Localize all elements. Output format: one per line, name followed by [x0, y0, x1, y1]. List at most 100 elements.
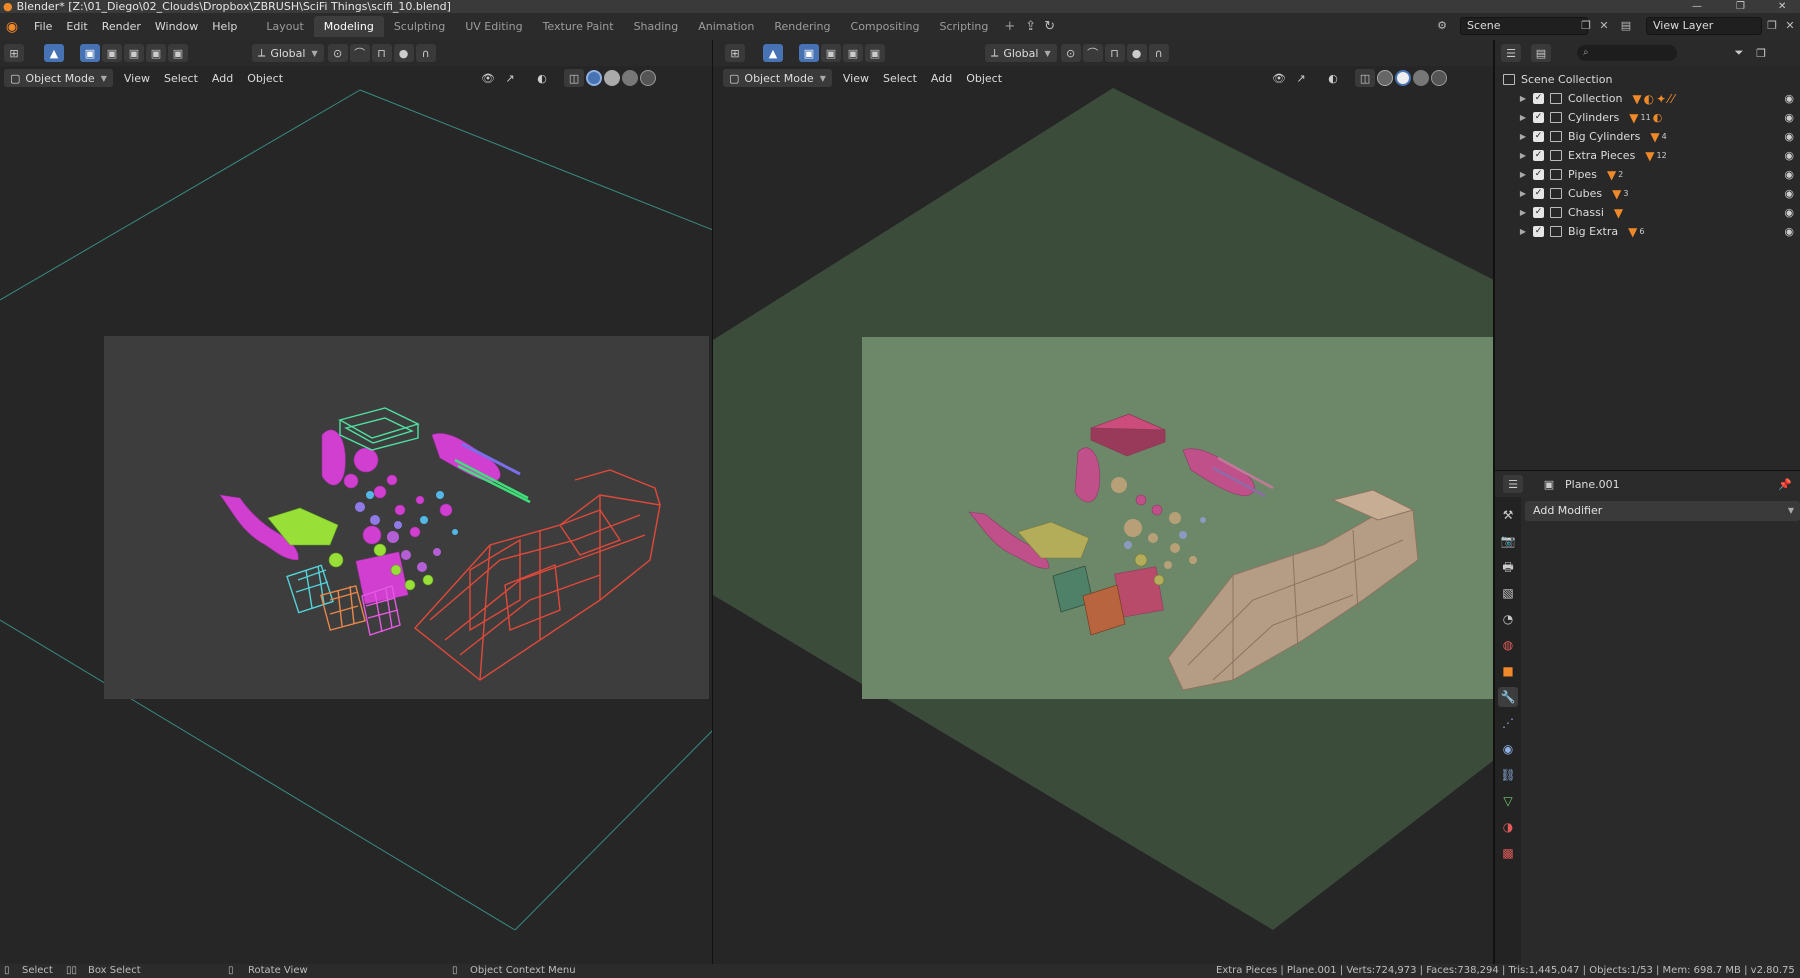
tool-tab-icon[interactable]: ⚒ [1498, 505, 1518, 525]
upload-icon[interactable]: ⇪ [1021, 19, 1040, 34]
tab-compositing[interactable]: Compositing [841, 16, 930, 37]
add-modifier-dropdown[interactable]: Add Modifier ▼ [1525, 501, 1800, 521]
visibility-eye-icon[interactable]: ◉ [1784, 149, 1794, 162]
collection-checkbox[interactable]: ✓ [1533, 112, 1544, 123]
menu-object[interactable]: Object [240, 72, 290, 85]
view-layer-tab-icon[interactable]: ▧ [1498, 583, 1518, 603]
scene-browse-icon[interactable]: ⚙ [1434, 18, 1450, 34]
refresh-icon[interactable]: ↻ [1040, 19, 1059, 34]
expand-arrow-icon[interactable]: ▶ [1517, 227, 1529, 236]
physics-tab-icon[interactable]: ◉ [1498, 739, 1518, 759]
collection-checkbox[interactable]: ✓ [1533, 188, 1544, 199]
tab-shading[interactable]: Shading [624, 16, 689, 37]
menu-add[interactable]: Add [924, 72, 959, 85]
menu-render[interactable]: Render [95, 20, 148, 33]
overlay-icon[interactable]: ◐ [532, 69, 552, 87]
viewport-left[interactable]: ⊞ ▲ ▣ ▣ ▣ ▣ ▣ ⟂ Global ▼ ⊙ ⌒ ⊓ ● ∩ ▢ Object… [0, 40, 713, 964]
collection-row[interactable]: ▶ ✓ Collection ▼◐✦⁄⁄ ◉ [1495, 89, 1800, 108]
collection-row[interactable]: ▶ ✓ Cubes ▼ 3 ◉ [1495, 184, 1800, 203]
outliner-search-input[interactable]: ⌕ [1577, 45, 1677, 61]
visibility-eye-icon[interactable]: ◉ [1784, 206, 1794, 219]
collection-checkbox[interactable]: ✓ [1533, 226, 1544, 237]
menu-view[interactable]: View [117, 72, 157, 85]
expand-arrow-icon[interactable]: ▶ [1517, 208, 1529, 217]
shading-solid-icon[interactable] [1395, 70, 1412, 86]
world-tab-icon[interactable]: ◍ [1498, 635, 1518, 655]
xray-icon[interactable]: ◫ [1355, 69, 1376, 87]
menu-view[interactable]: View [836, 72, 876, 85]
menu-select[interactable]: Select [876, 72, 924, 85]
expand-arrow-icon[interactable]: ▶ [1517, 189, 1529, 198]
menu-edit[interactable]: Edit [59, 20, 94, 33]
tab-rendering[interactable]: Rendering [764, 16, 840, 37]
material-tab-icon[interactable]: ◑ [1498, 817, 1518, 837]
falloff-icon[interactable]: ∩ [1148, 44, 1169, 62]
expand-arrow-icon[interactable]: ▶ [1517, 113, 1529, 122]
select-mode-extend-icon[interactable]: ▣ [821, 44, 841, 62]
modifier-tab-icon[interactable]: 🔧 [1498, 687, 1518, 707]
mode-dropdown[interactable]: ▢ Object Mode ▼ [4, 69, 113, 87]
tab-texture-paint[interactable]: Texture Paint [533, 16, 624, 37]
editor-type-icon[interactable]: ⊞ [725, 44, 745, 62]
overlay-icon[interactable]: ◐ [1323, 69, 1343, 87]
object-tab-icon[interactable]: ■ [1498, 661, 1518, 681]
tab-sculpting[interactable]: Sculpting [384, 16, 455, 37]
shading-wireframe-icon[interactable] [1377, 70, 1394, 86]
collection-row[interactable]: ▶ ✓ Big Extra ▼ 6 ◉ [1495, 222, 1800, 241]
collection-checkbox[interactable]: ✓ [1533, 93, 1544, 104]
shading-rendered-icon[interactable] [640, 70, 657, 86]
menu-window[interactable]: Window [148, 20, 205, 33]
maximize-icon[interactable]: ❐ [1736, 0, 1745, 13]
menu-help[interactable]: Help [205, 20, 244, 33]
snap-icon[interactable]: ⌒ [349, 44, 370, 62]
snap-target-icon[interactable]: ⊓ [1104, 44, 1125, 62]
view-layer-field[interactable]: View Layer [1646, 17, 1762, 35]
visibility-eye-icon[interactable]: ◉ [1784, 92, 1794, 105]
snap-target-icon[interactable]: ⊓ [371, 44, 392, 62]
output-tab-icon[interactable]: 🖶 [1498, 557, 1518, 577]
blender-logo-icon[interactable]: ◉ [3, 18, 21, 36]
tab-uv-editing[interactable]: UV Editing [455, 16, 532, 37]
shading-material-icon[interactable] [1413, 70, 1430, 86]
shading-wireframe-icon[interactable] [586, 70, 603, 86]
select-mode-new-icon[interactable]: ▣ [799, 44, 819, 62]
particles-tab-icon[interactable]: ⋰ [1498, 713, 1518, 733]
mode-dropdown[interactable]: ▢ Object Mode ▼ [723, 69, 832, 87]
expand-arrow-icon[interactable]: ▶ [1517, 132, 1529, 141]
tab-animation[interactable]: Animation [688, 16, 764, 37]
minimize-icon[interactable]: — [1692, 0, 1702, 13]
collection-checkbox[interactable]: ✓ [1533, 207, 1544, 218]
render-tab-icon[interactable]: 📷 [1498, 531, 1518, 551]
select-tool-icon[interactable]: ▲ [763, 44, 783, 62]
tab-scripting[interactable]: Scripting [929, 16, 998, 37]
outliner-editor-type-icon[interactable]: ☰ [1501, 44, 1521, 62]
editor-type-icon[interactable]: ⊞ [4, 44, 24, 62]
select-mode-intersect-icon[interactable]: ▣ [168, 44, 188, 62]
collection-row[interactable]: ▶ ✓ Chassi ▼ ◉ [1495, 203, 1800, 222]
transform-orientation-dropdown[interactable]: ⟂ Global ▼ [985, 44, 1057, 62]
expand-arrow-icon[interactable]: ▶ [1517, 170, 1529, 179]
collection-row[interactable]: ▶ ✓ Big Cylinders ▼ 4 ◉ [1495, 127, 1800, 146]
menu-object[interactable]: Object [959, 72, 1009, 85]
close-icon[interactable]: ✕ [1778, 0, 1786, 13]
add-workspace-icon[interactable]: + [998, 19, 1021, 34]
collection-row[interactable]: ▶ ✓ Cylinders ▼ 11 ◐ ◉ [1495, 108, 1800, 127]
falloff-icon[interactable]: ∩ [415, 44, 436, 62]
visibility-eye-icon[interactable]: ◉ [1784, 130, 1794, 143]
data-tab-icon[interactable]: ▽ [1498, 791, 1518, 811]
new-collection-icon[interactable]: ❐ [1751, 44, 1771, 62]
new-scene-icon[interactable]: ❐ [1578, 18, 1594, 34]
remove-scene-icon[interactable]: ✕ [1596, 18, 1612, 34]
pivot-point-icon[interactable]: ⊙ [327, 44, 348, 62]
expand-arrow-icon[interactable]: ▶ [1517, 94, 1529, 103]
menu-file[interactable]: File [27, 20, 59, 33]
visibility-eye-icon[interactable]: ◉ [1784, 225, 1794, 238]
collection-row[interactable]: ▶ ✓ Pipes ▼ 2 ◉ [1495, 165, 1800, 184]
visibility-eye-icon[interactable]: ◉ [1784, 168, 1794, 181]
transform-orientation-dropdown[interactable]: ⟂ Global ▼ [252, 44, 324, 62]
scene-field[interactable]: Scene [1460, 17, 1588, 35]
pivot-point-icon[interactable]: ⊙ [1060, 44, 1081, 62]
remove-view-layer-icon[interactable]: ✕ [1782, 18, 1798, 34]
tab-layout[interactable]: Layout [256, 16, 313, 37]
xray-icon[interactable]: ◫ [564, 69, 585, 87]
